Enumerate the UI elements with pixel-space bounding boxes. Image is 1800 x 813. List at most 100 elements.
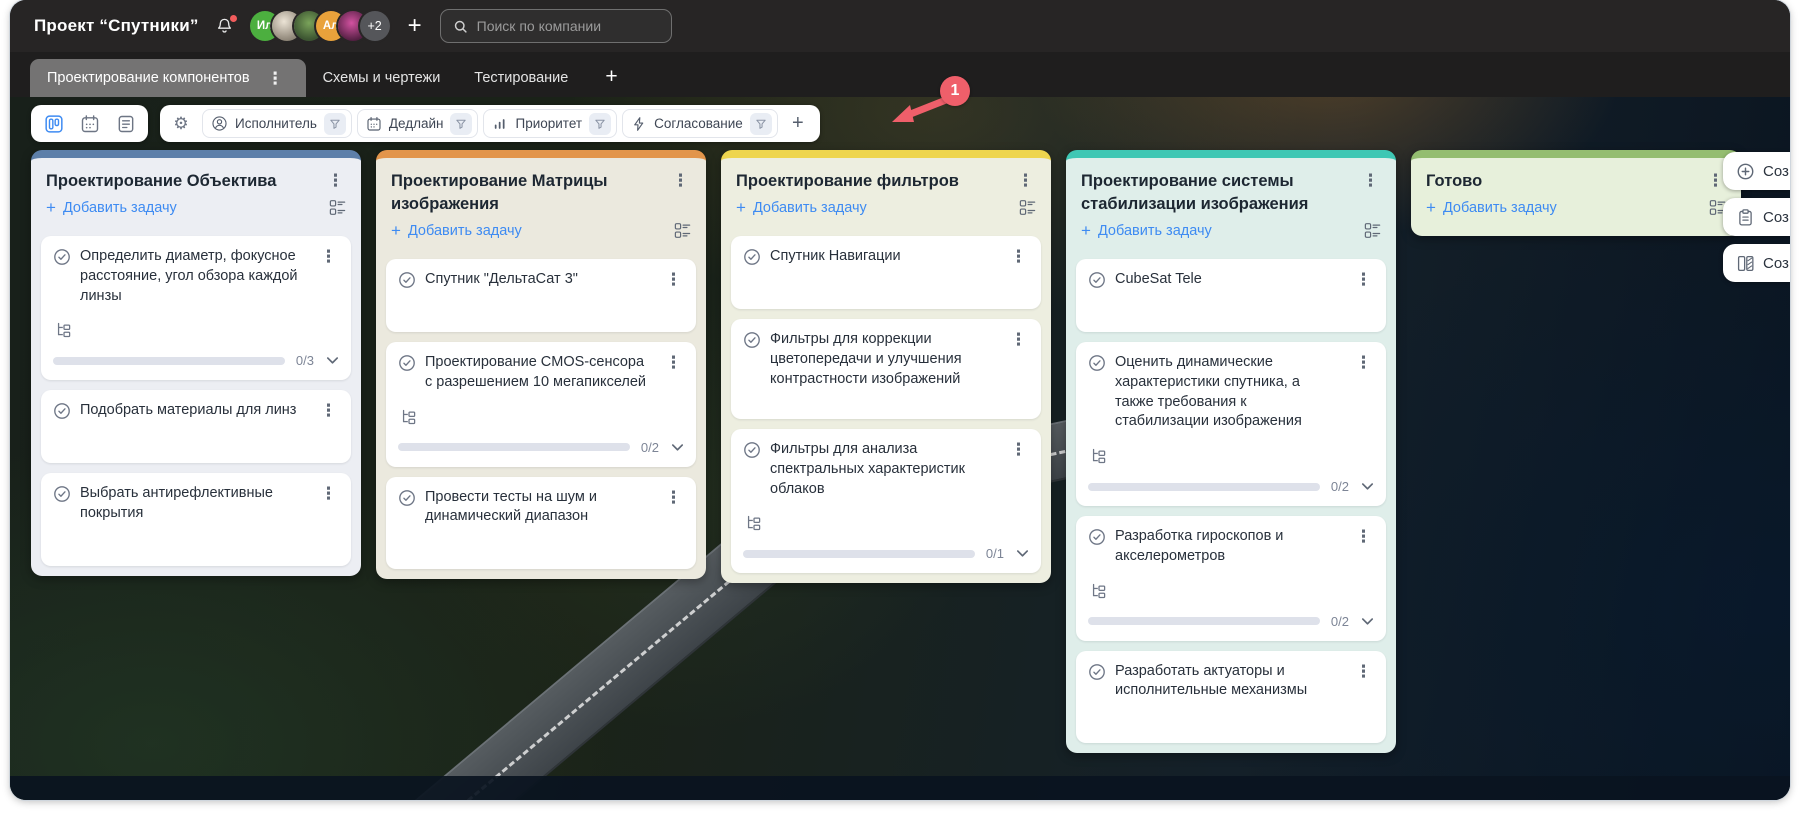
subtasks-icon — [55, 321, 342, 338]
swimlane-icon[interactable] — [1018, 198, 1037, 217]
card-kebab-menu-icon[interactable]: ⋮ — [1350, 352, 1377, 432]
board-columns-icon — [1736, 254, 1755, 273]
filter-deadline[interactable]: Дедлайн — [356, 109, 479, 138]
filter-label: Исполнитель — [235, 116, 317, 131]
add-task-button[interactable]: + Добавить задачу — [1426, 199, 1557, 216]
add-task-button[interactable]: + Добавить задачу — [736, 199, 867, 216]
notifications-bell-icon[interactable] — [215, 14, 237, 36]
check-circle-icon[interactable] — [1088, 271, 1106, 290]
check-circle-icon[interactable] — [53, 402, 71, 421]
chevron-down-icon[interactable] — [1360, 479, 1375, 494]
card-kebab-menu-icon[interactable]: ⋮ — [1350, 526, 1377, 566]
gear-icon[interactable]: ⚙ — [167, 110, 195, 138]
check-circle-icon[interactable] — [53, 485, 71, 523]
add-task-button[interactable]: + Добавить задачу — [391, 222, 522, 239]
search-input[interactable] — [476, 18, 659, 34]
search-box[interactable] — [439, 9, 672, 43]
check-circle-icon[interactable] — [743, 331, 761, 389]
filter-assignee[interactable]: Исполнитель — [202, 109, 352, 138]
task-title: Выбрать антирефлективные покрытия — [80, 485, 273, 521]
tab-schemes-drawings[interactable]: Схемы и чертежи — [306, 59, 458, 97]
project-title: Проект “Спутники” — [34, 16, 199, 35]
task-card[interactable]: Спутник Навигации ⋮ — [731, 236, 1041, 310]
task-card[interactable]: Оценить динамические характеристики спут… — [1076, 342, 1386, 507]
tab-components-design[interactable]: Проектирование компонентов ⋮ — [30, 59, 306, 97]
task-card[interactable]: Спутник "ДельтаСат 3" ⋮ — [386, 259, 696, 333]
task-card[interactable]: Фильтры для коррекции цветопередачи и ул… — [731, 319, 1041, 420]
add-filter-button[interactable]: + — [783, 110, 813, 138]
kanban-view-icon[interactable] — [38, 110, 69, 138]
column-title: Проектирование Матрицы изображения — [391, 172, 608, 214]
card-kebab-menu-icon[interactable]: ⋮ — [1005, 439, 1032, 499]
check-circle-icon[interactable] — [1088, 663, 1106, 701]
card-kebab-menu-icon[interactable]: ⋮ — [315, 400, 342, 421]
card-kebab-menu-icon[interactable]: ⋮ — [1350, 661, 1377, 701]
filters-bar: ⚙ Исполнитель Дедлайн Приоритет Согласов… — [160, 105, 820, 142]
add-member-button[interactable]: + — [406, 14, 424, 38]
calendar-view-icon[interactable] — [74, 110, 105, 138]
progress-count: 0/1 — [985, 546, 1004, 562]
check-circle-icon[interactable] — [398, 271, 416, 290]
create-button-3[interactable]: Соз — [1723, 244, 1790, 282]
task-card[interactable]: Выбрать антирефлективные покрытия ⋮ — [41, 473, 351, 566]
chevron-down-icon[interactable] — [325, 353, 340, 368]
avatar-stack: Ил Ал +2 — [249, 11, 390, 41]
list-view-icon[interactable] — [110, 110, 141, 138]
chevron-down-icon[interactable] — [670, 440, 685, 455]
check-circle-icon[interactable] — [1088, 354, 1106, 432]
task-title: Спутник "ДельтаСат 3" — [425, 271, 578, 288]
create-button-1[interactable]: Соз — [1723, 152, 1790, 190]
check-circle-icon[interactable] — [743, 248, 761, 267]
check-circle-icon[interactable] — [398, 489, 416, 527]
card-kebab-menu-icon[interactable]: ⋮ — [1350, 269, 1377, 290]
card-kebab-menu-icon[interactable]: ⋮ — [1005, 246, 1032, 267]
card-kebab-menu-icon[interactable]: ⋮ — [660, 487, 687, 527]
check-circle-icon[interactable] — [398, 354, 416, 392]
check-circle-icon[interactable] — [1088, 528, 1106, 566]
add-task-label: Добавить задачу — [407, 222, 522, 239]
column-kebab-menu-icon[interactable]: ⋮ — [1012, 170, 1039, 191]
progress-bar — [53, 356, 285, 365]
kanban-columns: Проектирование Объектива ⋮ + Добавить зад… — [10, 142, 1790, 753]
swimlane-icon[interactable] — [1363, 221, 1382, 240]
progress-bar — [398, 443, 630, 452]
swimlane-icon[interactable] — [328, 198, 347, 217]
chevron-down-icon[interactable] — [1360, 614, 1375, 629]
task-card[interactable]: Проектирование CMOS-сенсора с разрешение… — [386, 342, 696, 467]
check-circle-icon[interactable] — [743, 441, 761, 499]
check-circle-icon[interactable] — [53, 248, 71, 306]
task-card[interactable]: Определить диаметр, фокусное расстояние,… — [41, 236, 351, 381]
add-task-button[interactable]: + Добавить задачу — [46, 199, 177, 216]
task-card[interactable]: CubeSat Tele ⋮ — [1076, 259, 1386, 333]
task-card[interactable]: Разработать актуаторы и исполнительные м… — [1076, 650, 1386, 743]
card-kebab-menu-icon[interactable]: ⋮ — [315, 246, 342, 306]
tab-kebab-menu-icon[interactable]: ⋮ — [262, 68, 289, 89]
task-card[interactable]: Фильтры для анализа спектральных характе… — [731, 429, 1041, 574]
task-card[interactable]: Провести тесты на шум и динамический диа… — [386, 476, 696, 570]
progress-bar — [1088, 617, 1320, 625]
card-kebab-menu-icon[interactable]: ⋮ — [1005, 329, 1032, 389]
funnel-icon — [323, 112, 346, 135]
swimlane-icon[interactable] — [673, 221, 692, 240]
add-task-button[interactable]: + Добавить задачу — [1081, 222, 1212, 239]
progress-bar — [743, 549, 975, 558]
chevron-down-icon[interactable] — [1015, 546, 1030, 561]
column-kebab-menu-icon[interactable]: ⋮ — [322, 170, 349, 191]
filter-priority[interactable]: Приоритет — [483, 109, 618, 138]
progress-count: 0/3 — [295, 353, 314, 369]
column-kebab-menu-icon[interactable]: ⋮ — [1357, 170, 1384, 191]
filter-approval[interactable]: Согласование — [622, 109, 778, 138]
add-tab-button[interactable]: + — [585, 65, 637, 97]
tab-testing[interactable]: Тестирование — [457, 59, 585, 97]
notification-dot — [229, 14, 237, 22]
column-kebab-menu-icon[interactable]: ⋮ — [667, 170, 694, 191]
create-button-2[interactable]: Соз — [1723, 198, 1790, 236]
avatar-more-count[interactable]: +2 — [359, 11, 390, 41]
card-kebab-menu-icon[interactable]: ⋮ — [315, 483, 342, 523]
tab-label: Проектирование компонентов — [47, 70, 250, 86]
task-card[interactable]: Подобрать материалы для линз ⋮ — [41, 390, 351, 464]
task-card[interactable]: Разработка гироскопов и акселерометров ⋮… — [1076, 516, 1386, 641]
search-icon — [453, 19, 468, 34]
card-kebab-menu-icon[interactable]: ⋮ — [660, 269, 687, 290]
card-kebab-menu-icon[interactable]: ⋮ — [660, 352, 687, 392]
